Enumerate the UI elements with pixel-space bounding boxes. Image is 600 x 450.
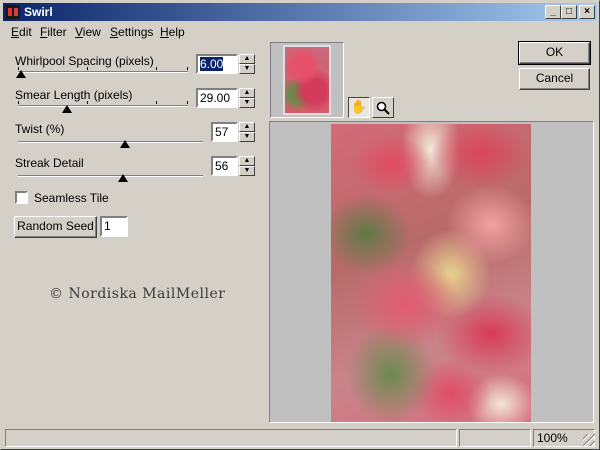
menu-bar: Edit Filter View Settings Help xyxy=(3,22,597,42)
spin-down-icon[interactable]: ▼ xyxy=(239,98,255,108)
spin-up-icon[interactable]: ▲ xyxy=(239,122,255,132)
maximize-button[interactable]: □ xyxy=(561,5,577,19)
random-seed-button[interactable]: Random Seed xyxy=(14,216,97,238)
hand-tool-button[interactable]: ✋ xyxy=(348,97,370,118)
preview-pane[interactable] xyxy=(269,121,594,423)
menu-filter[interactable]: Filter xyxy=(40,25,67,39)
swirl-dialog: Swirl _ □ × Edit Filter View Settings He… xyxy=(0,0,600,450)
spin-down-icon[interactable]: ▼ xyxy=(239,64,255,74)
slider-thumb[interactable] xyxy=(16,70,26,78)
smear-length-label: Smear Length (pixels) xyxy=(15,88,133,102)
menu-settings[interactable]: Settings xyxy=(110,25,153,39)
menu-view[interactable]: View xyxy=(75,25,101,39)
slider-thumb[interactable] xyxy=(120,140,130,148)
slider-thumb[interactable] xyxy=(62,105,72,113)
whirlpool-spacing-label: Whirlpool Spacing (pixels) xyxy=(15,54,154,68)
slider-track xyxy=(18,71,188,73)
slider-track xyxy=(18,141,203,143)
spin-down-icon[interactable]: ▼ xyxy=(239,166,255,176)
menu-help[interactable]: Help xyxy=(160,25,185,39)
magnifier-icon xyxy=(376,101,390,115)
ok-button[interactable]: OK xyxy=(518,41,591,65)
hand-tool-icon: ✋ xyxy=(350,99,368,114)
spin-up-icon[interactable]: ▲ xyxy=(239,88,255,98)
seamless-tile-label[interactable]: Seamless Tile xyxy=(34,191,109,205)
app-icon xyxy=(6,5,20,19)
zoom-tool-button[interactable] xyxy=(372,97,394,118)
spin-up-icon[interactable]: ▲ xyxy=(239,156,255,166)
slider-tick xyxy=(87,67,88,70)
slider-track xyxy=(18,105,188,107)
menu-edit[interactable]: Edit xyxy=(11,25,32,39)
window-title: Swirl xyxy=(24,5,53,19)
streak-detail-label: Streak Detail xyxy=(15,156,84,170)
thumbnail-image xyxy=(283,45,331,115)
twist-spinner[interactable]: ▲ ▼ xyxy=(239,122,255,142)
cancel-button[interactable]: Cancel xyxy=(519,68,590,90)
close-button[interactable]: × xyxy=(579,5,595,19)
spin-up-icon[interactable]: ▲ xyxy=(239,54,255,64)
smear-length-input[interactable]: 29.00 xyxy=(196,88,238,108)
whirlpool-spacing-spinner[interactable]: ▲ ▼ xyxy=(239,54,255,74)
status-blank-panel xyxy=(459,429,531,447)
smear-length-spinner[interactable]: ▲ ▼ xyxy=(239,88,255,108)
slider-thumb[interactable] xyxy=(118,174,128,182)
slider-tick xyxy=(18,101,19,104)
slider-track xyxy=(18,175,203,177)
status-bar: 100% xyxy=(3,428,597,448)
twist-label: Twist (%) xyxy=(15,122,65,136)
streak-detail-spinner[interactable]: ▲ ▼ xyxy=(239,156,255,176)
title-bar[interactable]: Swirl _ □ × xyxy=(3,3,597,21)
slider-tick xyxy=(187,101,188,104)
slider-tick xyxy=(156,101,157,104)
whirlpool-spacing-input[interactable]: 6.00 xyxy=(196,54,238,74)
whirlpool-spacing-value: 6.00 xyxy=(200,57,224,71)
thumbnail-preview[interactable] xyxy=(270,42,344,118)
random-seed-input[interactable]: 1 xyxy=(100,216,128,237)
resize-grip-icon[interactable] xyxy=(583,434,595,446)
preview-image xyxy=(331,124,531,422)
status-message-panel xyxy=(5,429,457,447)
copyright-watermark: © Nordiska MailMeller xyxy=(49,286,226,302)
slider-tick xyxy=(87,101,88,104)
twist-input[interactable]: 57 xyxy=(211,122,238,142)
slider-tick xyxy=(187,67,188,70)
slider-tick xyxy=(156,67,157,70)
seamless-tile-checkbox[interactable] xyxy=(15,191,28,204)
streak-detail-input[interactable]: 56 xyxy=(211,156,238,176)
minimize-button[interactable]: _ xyxy=(545,5,561,19)
spin-down-icon[interactable]: ▼ xyxy=(239,132,255,142)
